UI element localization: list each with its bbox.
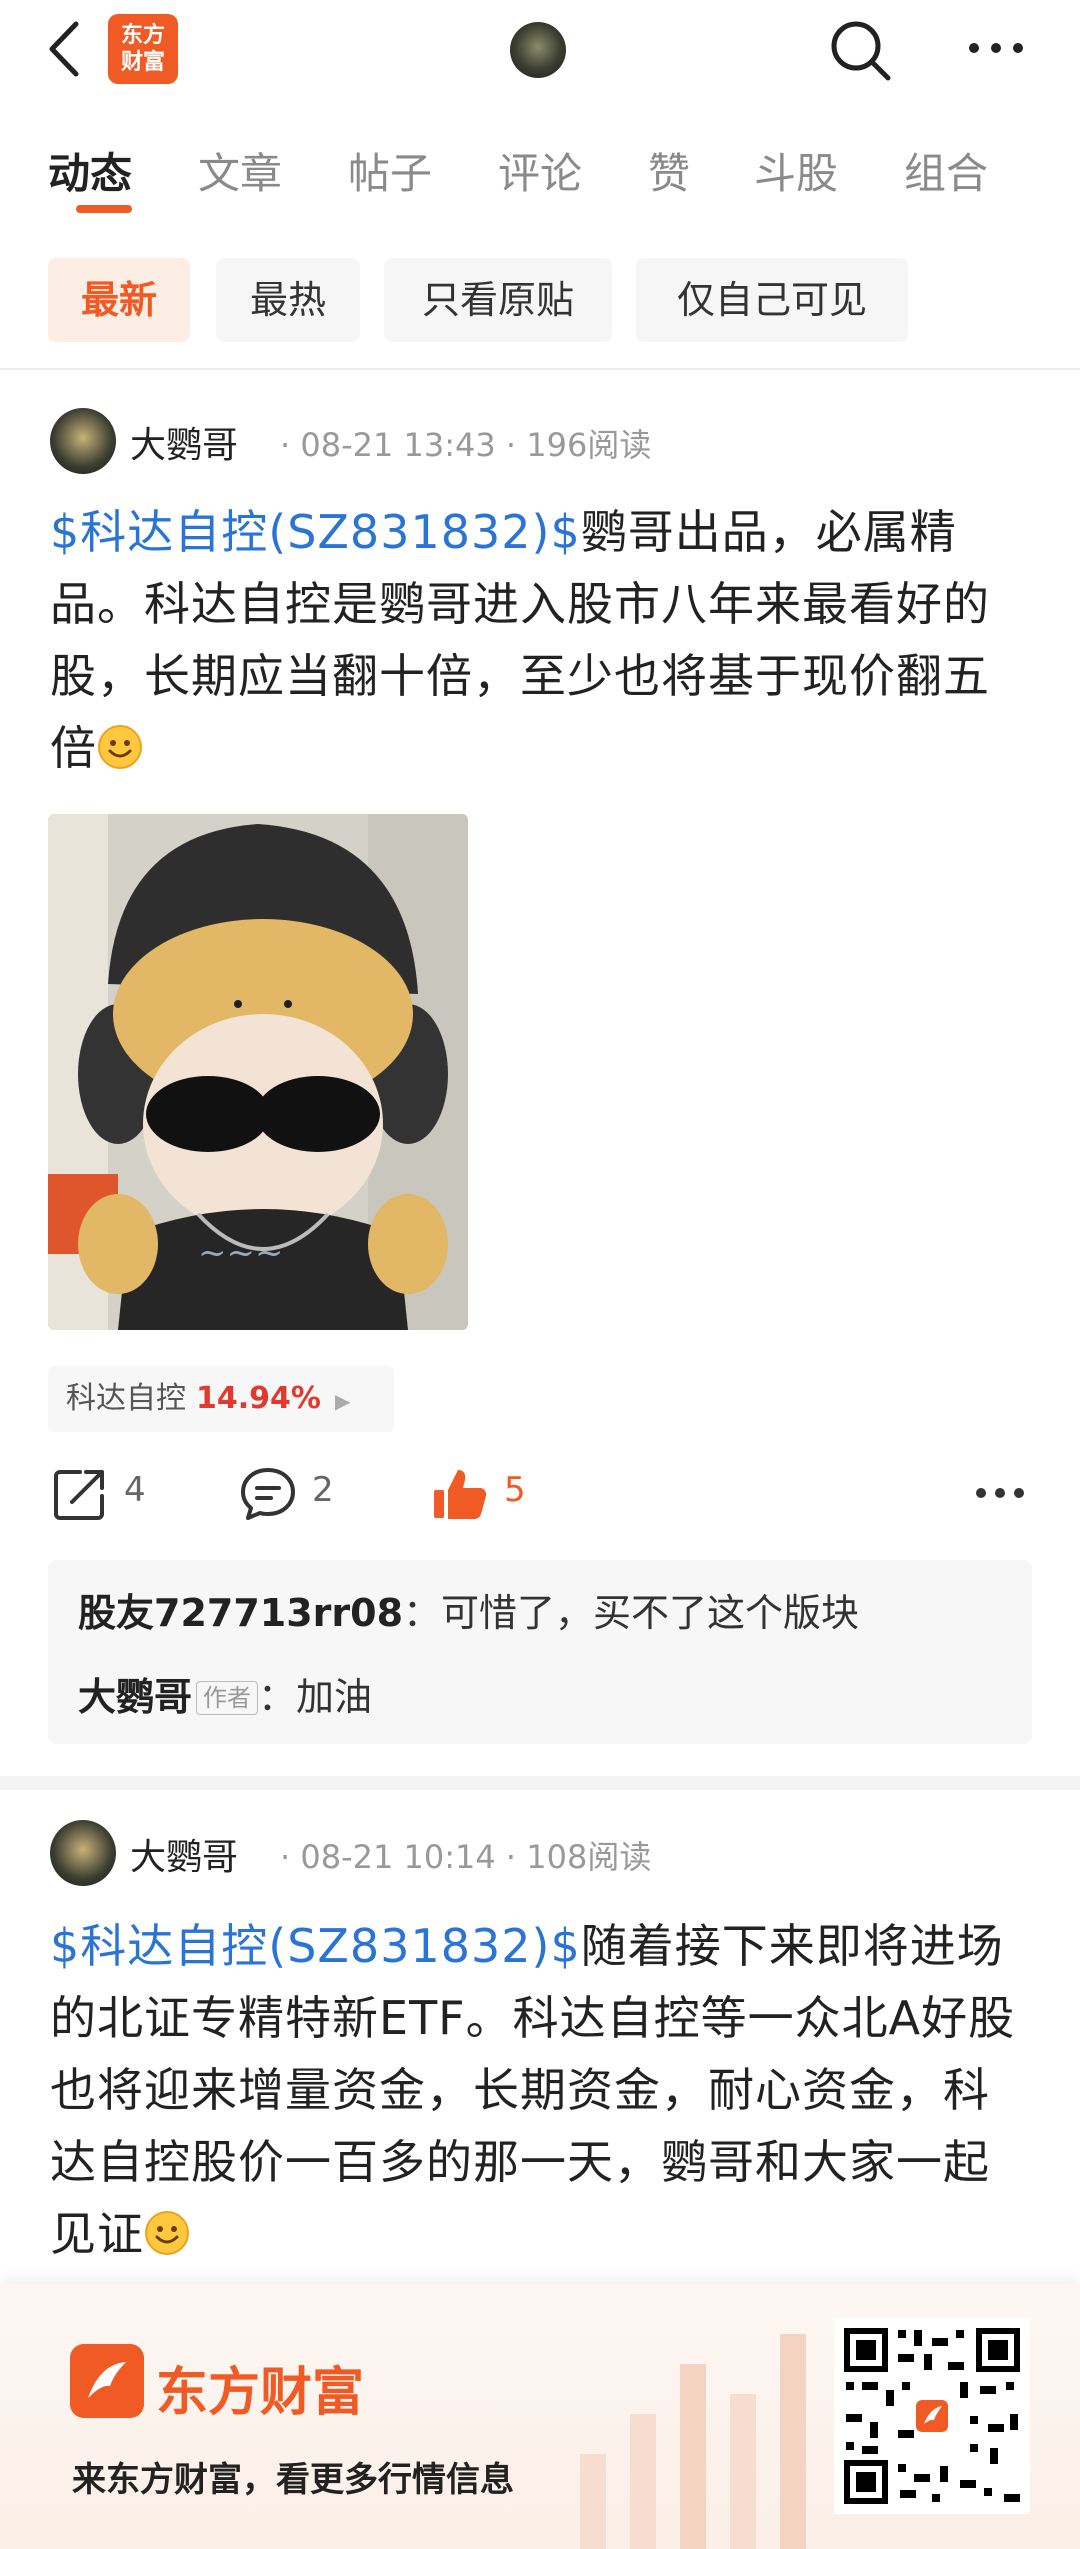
tab-stock-battle[interactable]: 斗股 bbox=[754, 140, 838, 201]
share-icon bbox=[54, 1470, 104, 1520]
tab-posts[interactable]: 帖子 bbox=[348, 140, 432, 201]
stock-tag-link[interactable]: $科达自控(SZ831832)$ bbox=[50, 505, 581, 559]
tab-comments[interactable]: 评论 bbox=[498, 140, 582, 201]
tab-portfolio[interactable]: 组合 bbox=[904, 140, 988, 201]
top-bar: 东方 财富 bbox=[0, 0, 1080, 100]
post-image[interactable]: ~~~ bbox=[48, 814, 468, 1330]
filter-hot[interactable]: 最热 bbox=[216, 258, 360, 342]
profile-avatar[interactable] bbox=[510, 22, 566, 78]
filter-latest[interactable]: 最新 bbox=[48, 258, 190, 342]
avatar[interactable] bbox=[50, 408, 116, 474]
app-logo[interactable]: 东方 财富 bbox=[108, 14, 178, 84]
comment-text: 加油 bbox=[296, 1675, 373, 1719]
qr-code[interactable] bbox=[834, 2318, 1030, 2514]
post-body[interactable]: $科达自控(SZ831832)$鹦哥出品，必属精品。科达自控是鹦哥进入股市八年来… bbox=[50, 496, 1030, 784]
candlestick-decoration bbox=[580, 2334, 806, 2549]
eastmoney-logo-icon bbox=[70, 2344, 144, 2418]
post-meta: · 08-21 13:43 · 196阅读 bbox=[280, 426, 652, 464]
plush-doll-photo: ~~~ bbox=[48, 814, 468, 1330]
svg-text:~~~: ~~~ bbox=[198, 1233, 283, 1273]
stock-chip-name: 科达自控 bbox=[66, 1381, 186, 1416]
comment-separator: ： bbox=[403, 1591, 442, 1635]
app-download-banner[interactable]: 东方财富 来东方财富，看更多行情信息 bbox=[0, 2284, 1080, 2549]
ellipsis-icon[interactable] bbox=[966, 40, 1026, 56]
smile-emoji-icon bbox=[98, 725, 142, 769]
post-more-icon[interactable] bbox=[974, 1486, 1026, 1500]
post-meta: · 08-21 10:14 · 108阅读 bbox=[280, 1838, 652, 1876]
comment-count: 2 bbox=[312, 1470, 334, 1510]
share-count: 4 bbox=[124, 1470, 146, 1510]
active-tab-indicator bbox=[76, 205, 132, 213]
comment-item[interactable]: 大鹦哥 作者 ：加油 bbox=[78, 1666, 372, 1721]
tab-articles[interactable]: 文章 bbox=[198, 140, 282, 201]
comment-separator: ： bbox=[258, 1675, 297, 1719]
app-logo-text-1: 东方 bbox=[120, 23, 165, 48]
share-button[interactable]: 4 bbox=[50, 1464, 160, 1524]
tab-dynamic[interactable]: 动态 bbox=[48, 140, 132, 201]
comment-button[interactable]: 2 bbox=[238, 1464, 348, 1524]
stock-tag-link[interactable]: $科达自控(SZ831832)$ bbox=[50, 1919, 581, 1973]
post-author[interactable]: 大鹦哥 bbox=[130, 1828, 238, 1880]
smile-emoji-icon bbox=[145, 2211, 189, 2255]
play-arrow-icon: ▶ bbox=[334, 1389, 351, 1413]
thumbs-up-icon bbox=[434, 1470, 487, 1519]
comment-user[interactable]: 股友727713rr08 bbox=[78, 1591, 403, 1635]
qr-code-image bbox=[840, 2324, 1024, 2508]
section-divider bbox=[0, 368, 1080, 370]
tab-likes[interactable]: 赞 bbox=[648, 140, 690, 201]
app-logo-text-2: 财富 bbox=[120, 50, 165, 75]
post-divider bbox=[0, 1776, 1080, 1790]
comment-icon bbox=[241, 1468, 295, 1520]
comment-user[interactable]: 大鹦哥 bbox=[78, 1675, 192, 1719]
like-button[interactable]: 5 bbox=[430, 1464, 540, 1524]
filter-original-only[interactable]: 只看原贴 bbox=[384, 258, 612, 342]
stock-chip-change: 14.94% bbox=[196, 1381, 321, 1416]
author-badge: 作者 bbox=[196, 1681, 259, 1715]
footer-slogan: 来东方财富，看更多行情信息 bbox=[72, 2460, 514, 2500]
like-count: 5 bbox=[504, 1470, 526, 1510]
post-body[interactable]: $科达自控(SZ831832)$随着接下来即将进场的北证专精特新ETF。科达自控… bbox=[50, 1910, 1030, 2270]
comments-preview[interactable]: 股友727713rr08：可惜了，买不了这个版块 大鹦哥 作者 ：加油 bbox=[48, 1560, 1032, 1744]
stock-quote-chip[interactable]: 科达自控 14.94% ▶ bbox=[48, 1366, 394, 1432]
comment-item[interactable]: 股友727713rr08：可惜了，买不了这个版块 bbox=[78, 1582, 859, 1637]
filter-private[interactable]: 仅自己可见 bbox=[636, 258, 908, 342]
avatar[interactable] bbox=[50, 1820, 116, 1886]
post-author[interactable]: 大鹦哥 bbox=[130, 416, 238, 468]
chevron-left-icon[interactable] bbox=[40, 18, 90, 80]
profile-tabs: 动态 文章 帖子 评论 赞 斗股 组合 bbox=[0, 140, 1080, 210]
comment-text: 可惜了，买不了这个版块 bbox=[441, 1591, 860, 1635]
search-icon[interactable] bbox=[828, 18, 894, 84]
footer-brand: 东方财富 bbox=[156, 2363, 365, 2423]
